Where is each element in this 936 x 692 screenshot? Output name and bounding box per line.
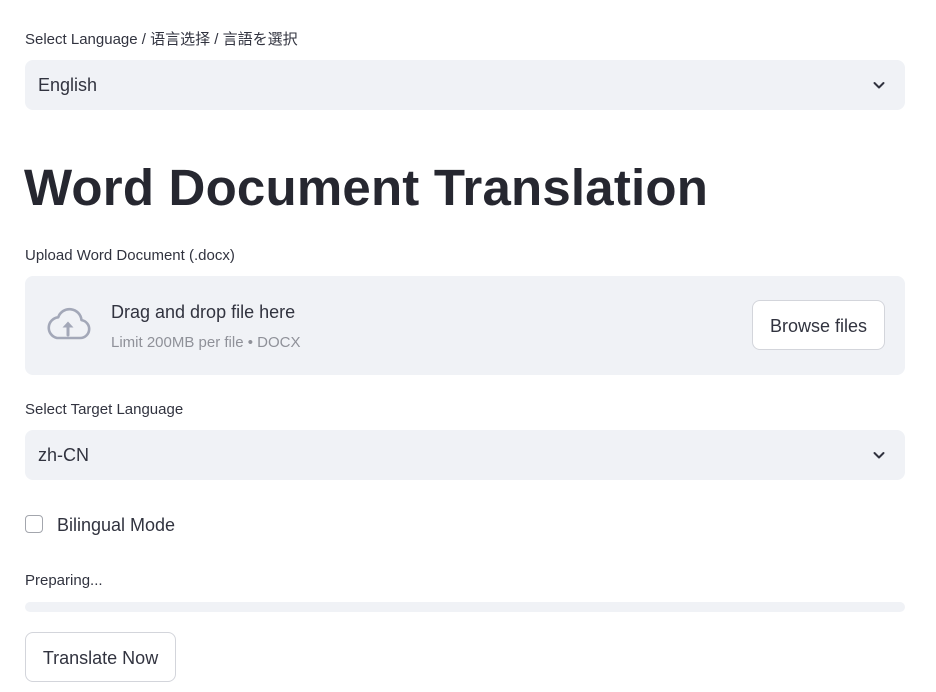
dropzone-instruction: Drag and drop file here (111, 302, 296, 322)
ui-language-select[interactable]: English (25, 60, 905, 110)
target-language-select[interactable]: zh-CN (25, 430, 905, 480)
file-dropzone[interactable]: Drag and drop file here Limit 200MB per … (25, 276, 905, 375)
chevron-down-icon (873, 82, 885, 89)
progress-bar (25, 602, 905, 612)
ui-language-selected-value: English (38, 75, 98, 95)
upload-label: Upload Word Document (.docx) (25, 247, 235, 264)
progress-status-text: Preparing... (25, 572, 103, 589)
target-language-selected-value: zh-CN (38, 445, 90, 465)
browse-files-button[interactable]: Browse files (752, 300, 885, 350)
page-title: Word Document Translation (24, 159, 709, 216)
bilingual-mode-label[interactable]: Bilingual Mode (57, 514, 175, 536)
dropzone-limit-text: Limit 200MB per file • DOCX (111, 334, 301, 351)
target-language-label: Select Target Language (25, 401, 184, 418)
cloud-upload-icon (47, 307, 91, 340)
bilingual-mode-checkbox[interactable] (25, 515, 43, 533)
translate-now-button[interactable]: Translate Now (25, 632, 176, 682)
ui-language-label: Select Language / 语言选择 / 言語を選択 (25, 31, 298, 48)
chevron-down-icon (873, 452, 885, 459)
app-page: Select Language / 语言选择 / 言語を選択 English W… (0, 0, 936, 692)
